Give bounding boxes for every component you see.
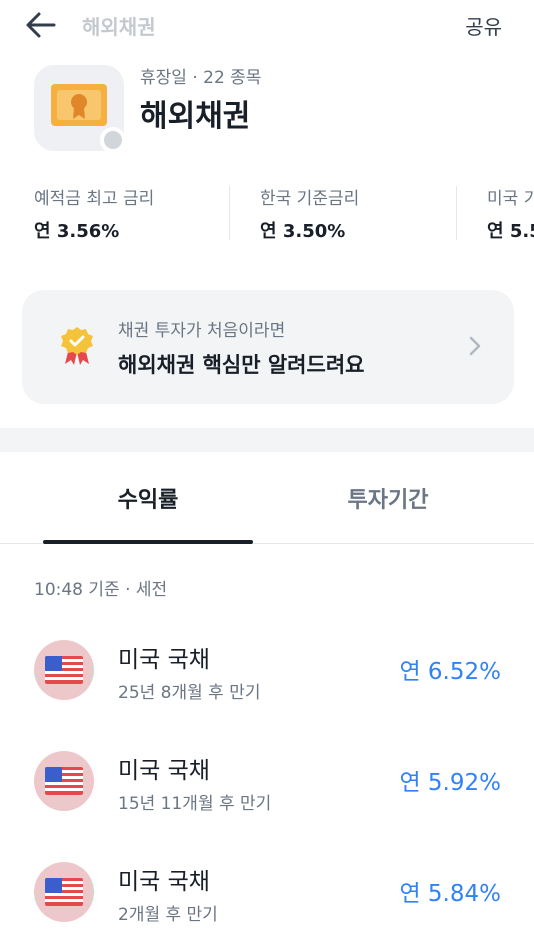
rate-label: 미국 기 [487,189,534,209]
flag-avatar [34,862,94,922]
bond-maturity: 25년 8개월 후 만기 [118,683,261,703]
status-badge [100,127,126,153]
bond-name: 미국 국채 [118,647,210,673]
rate-summary: 예적금 최고 금리 연 3.56% 한국 기준금리 연 3.50% 미국 기 연… [34,184,534,242]
divider [456,186,457,240]
certificate-icon [51,84,107,126]
rate-item-korea-base: 한국 기준금리 연 3.50% [260,184,359,242]
tab-yield[interactable]: 수익률 [43,452,253,544]
rate-value: 연 5.5 [487,221,534,242]
category-logo [34,65,126,153]
rate-value: 연 3.56% [34,221,120,242]
bond-rate: 연 5.84% [399,881,501,907]
promo-title: 해외채권 핵심만 알려드려요 [118,353,365,377]
bond-rate: 연 6.52% [399,659,501,685]
sort-tabs: 수익률 투자기간 [0,452,534,544]
rate-label: 한국 기준금리 [260,189,360,209]
timestamp: 10:48 기준 · 세전 [34,580,168,600]
promo-subtitle: 채권 투자가 처음이라면 [118,321,286,341]
page-title: 해외채권 [140,99,251,134]
flag-avatar [34,640,94,700]
rate-item-deposit: 예적금 최고 금리 연 3.56% [34,184,154,242]
rate-value: 연 3.50% [260,221,346,242]
divider [229,186,230,240]
bond-rate: 연 5.92% [399,770,501,796]
us-flag-icon [45,767,83,795]
list-item[interactable]: 미국 국채 25년 8개월 후 만기 연 6.52% [0,612,534,722]
back-button[interactable] [24,8,58,42]
bond-name: 미국 국채 [118,869,210,895]
bond-maturity: 15년 11개월 후 만기 [118,794,272,814]
award-badge-icon [61,327,93,365]
arrow-left-icon [26,12,56,38]
share-button[interactable]: 공유 [465,11,502,40]
chevron-right-icon [469,336,481,356]
rate-label: 예적금 최고 금리 [34,189,155,209]
list-item[interactable]: 미국 국채 15년 11개월 후 만기 연 5.92% [0,723,534,833]
list-item[interactable]: 미국 국채 2개월 후 만기 연 5.84% [0,834,534,944]
beginner-guide-card[interactable]: 채권 투자가 처음이라면 해외채권 핵심만 알려드려요 [22,290,514,404]
bond-name: 미국 국채 [118,758,210,784]
top-bar: 해외채권 공유 [0,0,534,50]
tab-period[interactable]: 투자기간 [283,452,493,544]
section-divider [0,428,534,452]
us-flag-icon [45,878,83,906]
us-flag-icon [45,656,83,684]
rate-item-us: 미국 기 연 5.5 [487,184,534,242]
category-header: 휴장일 · 22 종목 해외채권 [34,63,504,155]
tab-indicator [43,540,253,544]
top-bar-title: 해외채권 [82,15,156,39]
header-meta: 휴장일 · 22 종목 [140,68,262,88]
flag-avatar [34,751,94,811]
bond-maturity: 2개월 후 만기 [118,905,218,925]
